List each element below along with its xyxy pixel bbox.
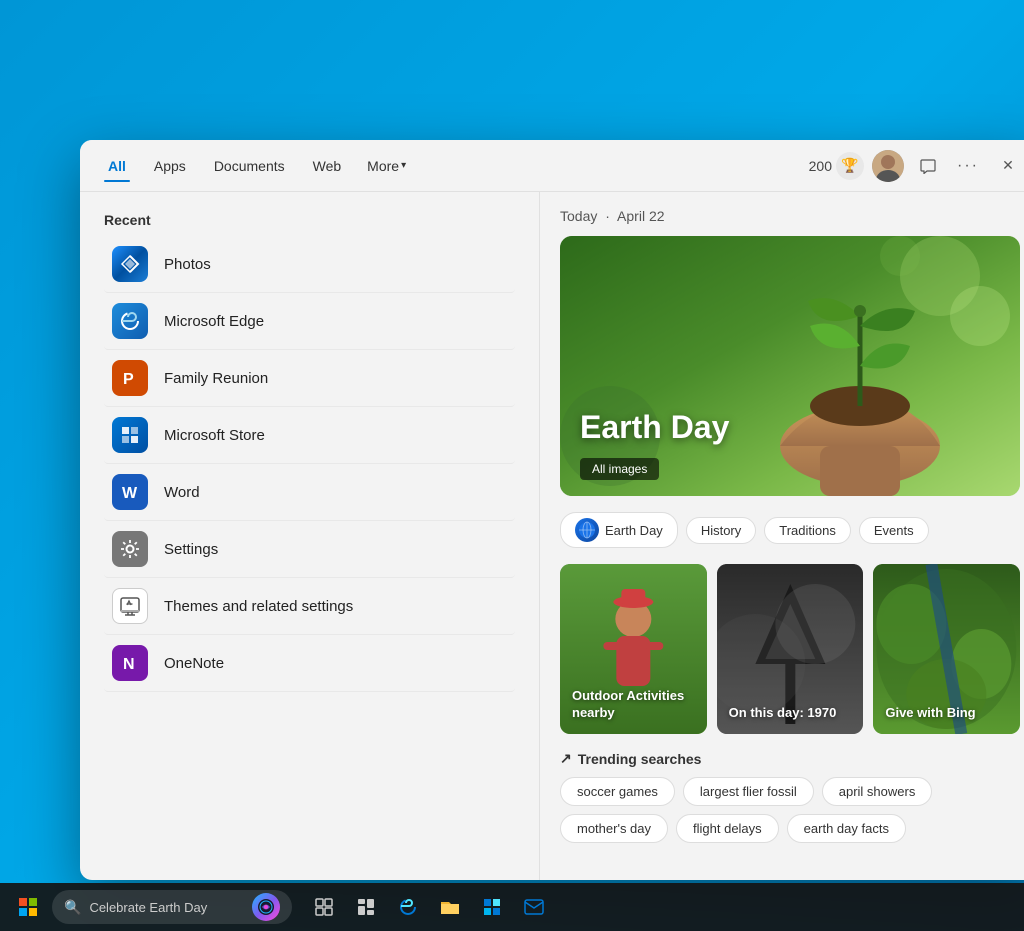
app-name: Settings [164, 541, 218, 558]
mail-taskbar-button[interactable] [514, 887, 554, 927]
powerpoint-icon: P [112, 360, 148, 396]
photos-icon [112, 246, 148, 282]
sub-card-history[interactable]: On this day: 1970 [717, 564, 864, 734]
store-taskbar-button[interactable] [472, 887, 512, 927]
onenote-icon: N [112, 645, 148, 681]
app-name: Microsoft Edge [164, 313, 264, 330]
word-icon: W [112, 474, 148, 510]
svg-text:P: P [123, 371, 134, 388]
tab-apps[interactable]: Apps [142, 152, 198, 180]
taskbar-search[interactable]: 🔍 Celebrate Earth Day [52, 890, 292, 924]
sub-card-label: Give with Bing [885, 705, 975, 722]
app-name: Photos [164, 256, 211, 273]
tag-earth-day[interactable]: Earth Day [560, 512, 678, 548]
more-chevron-icon: ▾ [401, 160, 406, 171]
edge-taskbar-button[interactable] [388, 887, 428, 927]
list-item[interactable]: Photos [104, 236, 515, 293]
app-name: OneNote [164, 655, 224, 672]
desktop: All Apps Documents Web More ▾ 200 🏆 [0, 0, 1024, 931]
store-icon [112, 417, 148, 453]
list-item[interactable]: Microsoft Store [104, 407, 515, 464]
trending-chip[interactable]: flight delays [676, 814, 779, 843]
more-dots-icon: ··· [957, 157, 979, 175]
trophy-symbol: 🏆 [841, 157, 858, 174]
edge-icon [112, 303, 148, 339]
trending-arrow-icon: ↗ [560, 750, 572, 767]
app-name: Microsoft Store [164, 427, 265, 444]
bing-logo [252, 893, 280, 921]
trending-chip[interactable]: soccer games [560, 777, 675, 806]
trending-chip[interactable]: april showers [822, 777, 933, 806]
tab-documents[interactable]: Documents [202, 152, 297, 180]
sub-card-label: Outdoor Activities nearby [572, 688, 707, 722]
tab-all[interactable]: All [96, 152, 138, 180]
date-label: Today · April 22 [560, 208, 1020, 224]
search-window: All Apps Documents Web More ▾ 200 🏆 [80, 140, 1024, 880]
hero-title: Earth Day [580, 409, 729, 446]
tag-events[interactable]: Events [859, 517, 929, 544]
more-options-button[interactable]: ··· [952, 150, 984, 182]
hero-card[interactable]: Earth Day All images [560, 236, 1020, 496]
tag-history[interactable]: History [686, 517, 756, 544]
close-icon: ✕ [1002, 157, 1014, 174]
close-button[interactable]: ✕ [992, 150, 1024, 182]
list-item[interactable]: Themes and related settings [104, 578, 515, 635]
sub-card-give[interactable]: Give with Bing [873, 564, 1020, 734]
app-name: Word [164, 484, 200, 501]
list-item[interactable]: Settings [104, 521, 515, 578]
app-name: Family Reunion [164, 370, 268, 387]
feedback-button[interactable] [912, 150, 944, 182]
more-tab[interactable]: More ▾ [357, 152, 416, 180]
all-images-button[interactable]: All images [580, 458, 659, 480]
svg-text:W: W [122, 485, 138, 502]
sub-card-label: On this day: 1970 [729, 705, 837, 722]
recent-label: Recent [104, 212, 515, 228]
widgets-button[interactable] [346, 887, 386, 927]
start-button[interactable] [8, 887, 48, 927]
list-item[interactable]: P Family Reunion [104, 350, 515, 407]
themes-icon [112, 588, 148, 624]
trending-chip[interactable]: largest flier fossil [683, 777, 814, 806]
task-view-button[interactable] [304, 887, 344, 927]
taskbar: 🔍 Celebrate Earth Day [0, 883, 1024, 931]
trending-chips: soccer games largest flier fossil april … [560, 777, 1020, 843]
tab-web[interactable]: Web [301, 152, 354, 180]
user-avatar[interactable] [872, 150, 904, 182]
tag-label: Earth Day [605, 523, 663, 538]
trending-chip[interactable]: earth day facts [787, 814, 906, 843]
trending-chip[interactable]: mother's day [560, 814, 668, 843]
title-bar-right: 200 🏆 [809, 150, 1024, 182]
score-badge: 200 🏆 [809, 152, 864, 180]
right-panel: Today · April 22 [540, 192, 1024, 880]
sub-cards: Outdoor Activities nearby [560, 564, 1020, 734]
file-explorer-button[interactable] [430, 887, 470, 927]
svg-text:N: N [123, 656, 135, 673]
title-bar: All Apps Documents Web More ▾ 200 🏆 [80, 140, 1024, 192]
trending-header: ↗ Trending searches [560, 750, 1020, 767]
settings-icon [112, 531, 148, 567]
more-label: More [367, 158, 399, 174]
trending-section: ↗ Trending searches soccer games largest… [560, 750, 1020, 843]
tag-traditions[interactable]: Traditions [764, 517, 851, 544]
list-item[interactable]: Microsoft Edge [104, 293, 515, 350]
left-panel: Recent Photos [80, 192, 540, 880]
app-name: Themes and related settings [164, 598, 353, 615]
nav-tabs: All Apps Documents Web More ▾ [96, 152, 805, 180]
hero-background [560, 236, 1020, 496]
main-content: Recent Photos [80, 192, 1024, 880]
tags-row: Earth Day History Traditions Events [560, 512, 1020, 548]
score-value: 200 [809, 158, 832, 174]
list-item[interactable]: W Word [104, 464, 515, 521]
sub-card-outdoor[interactable]: Outdoor Activities nearby [560, 564, 707, 734]
search-icon: 🔍 [64, 899, 81, 916]
list-item[interactable]: N OneNote [104, 635, 515, 692]
trending-title: Trending searches [578, 751, 702, 767]
trophy-icon[interactable]: 🏆 [836, 152, 864, 180]
taskbar-icons [304, 887, 554, 927]
earth-globe-icon [575, 518, 599, 542]
taskbar-search-text: Celebrate Earth Day [89, 900, 207, 915]
